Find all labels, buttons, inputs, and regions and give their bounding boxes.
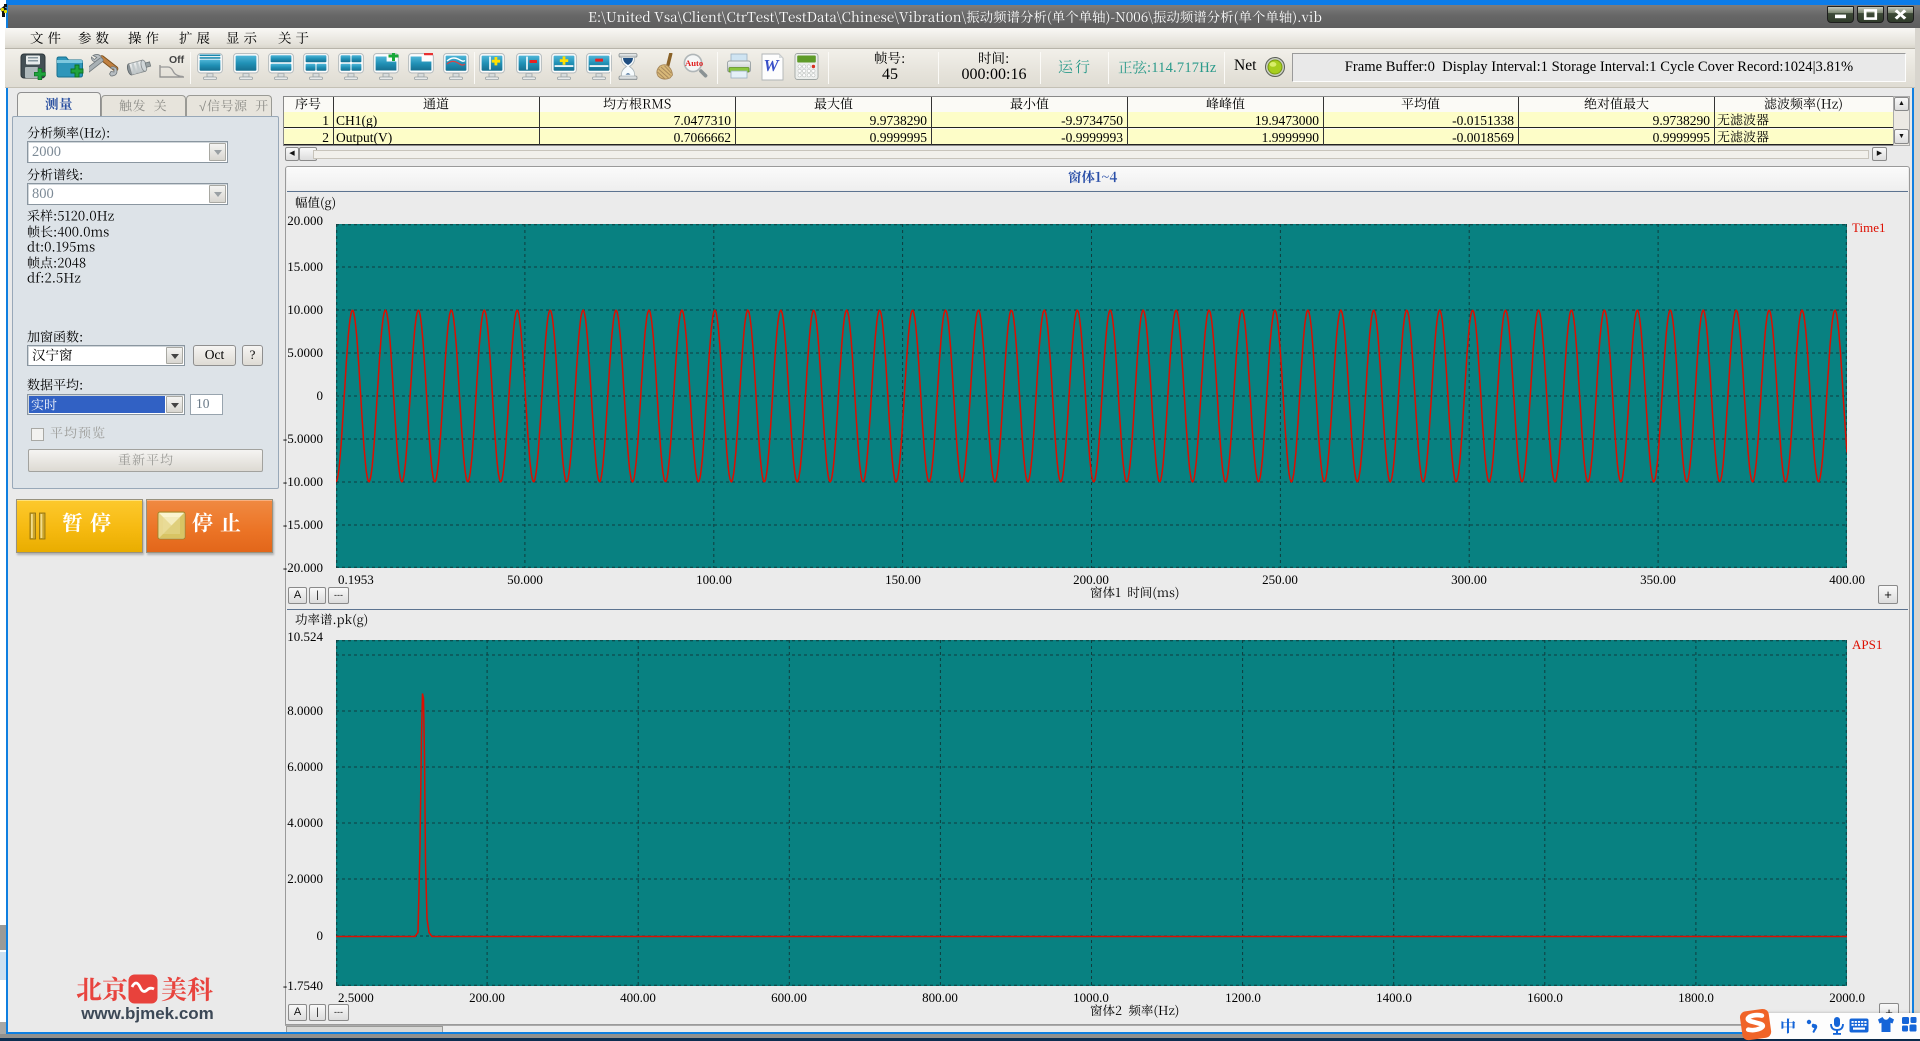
svg-text:W: W xyxy=(764,56,781,75)
svg-text:Off: Off xyxy=(169,54,185,66)
svg-text:Auto: Auto xyxy=(685,58,703,68)
